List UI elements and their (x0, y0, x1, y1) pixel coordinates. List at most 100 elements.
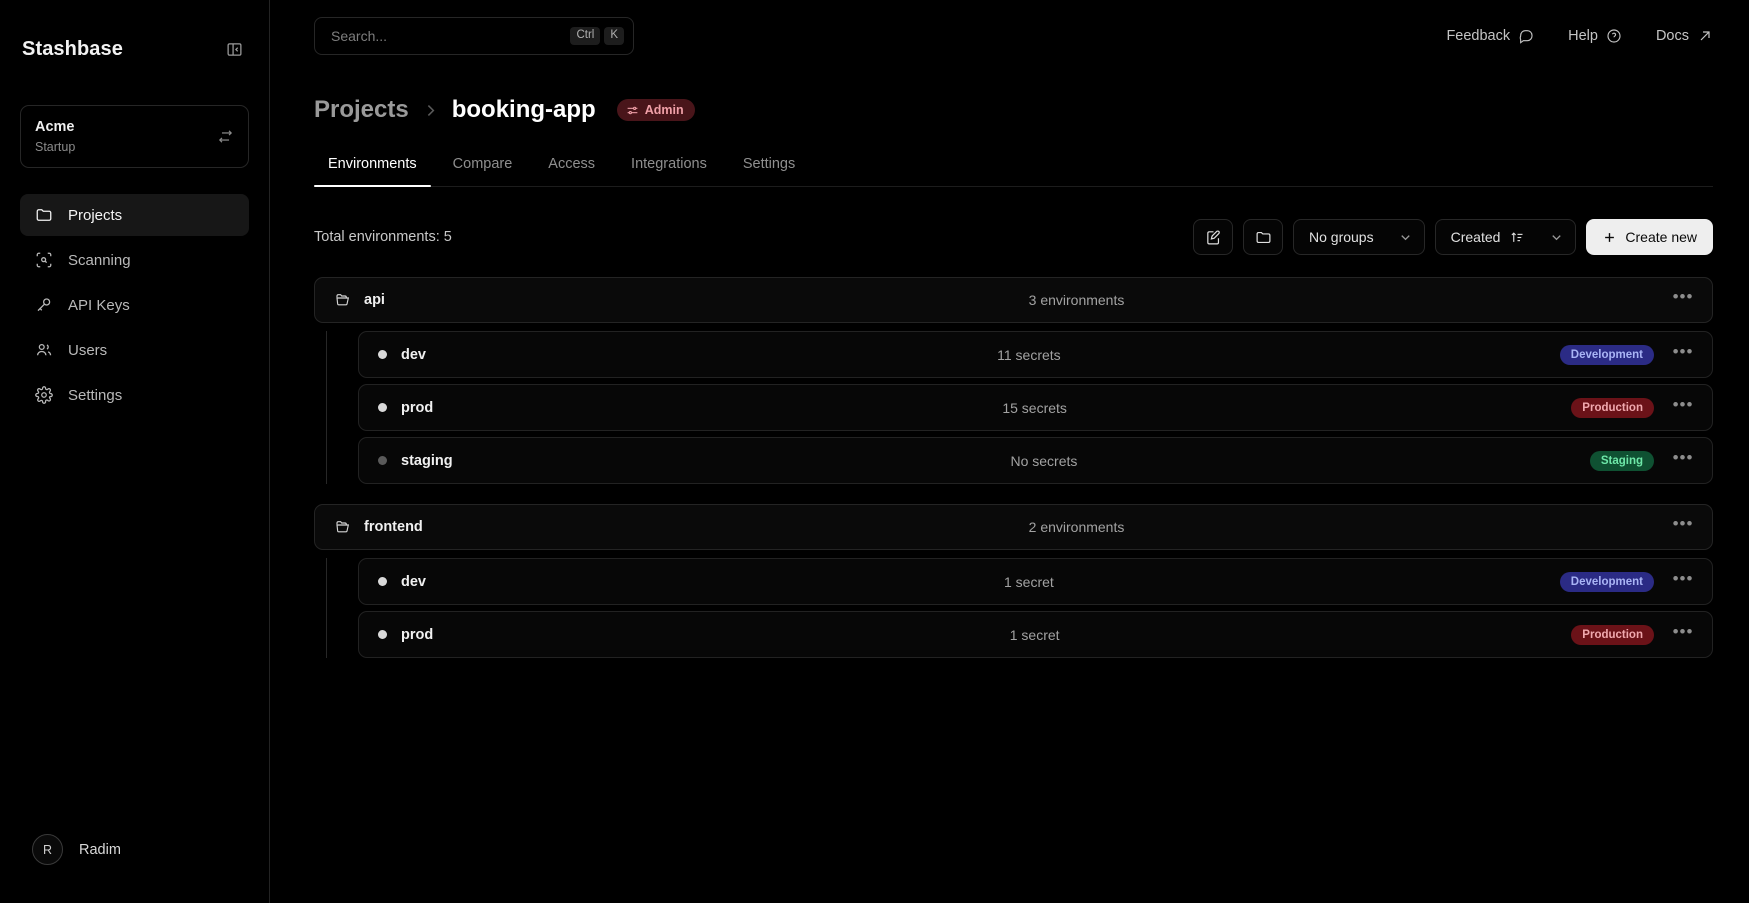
page-title: booking-app (451, 96, 596, 123)
environment-row[interactable]: dev 11 secrets Development ••• (358, 331, 1713, 378)
secret-count: 15 secrets (1002, 399, 1067, 416)
group-header[interactable]: api 3 environments ••• (314, 277, 1713, 323)
sidebar: Stashbase Acme Startup Projects Scanning… (0, 0, 270, 903)
more-options-icon[interactable]: ••• (1668, 394, 1698, 422)
tab-settings[interactable]: Settings (729, 146, 809, 186)
folder-open-icon (335, 519, 351, 535)
sort-asc-icon (1510, 230, 1525, 245)
status-dot (378, 350, 387, 359)
group-by-select[interactable]: No groups (1293, 219, 1425, 255)
sidebar-footer: R Radim (0, 826, 269, 903)
panel-collapse-icon[interactable] (221, 36, 247, 62)
group-by-value: No groups (1309, 229, 1374, 245)
sort-by-select[interactable]: Created (1434, 219, 1577, 255)
org-info: Acme Startup (35, 117, 75, 156)
page-content: Projects booking-app Admin Environments … (270, 72, 1749, 678)
sidebar-item-scanning[interactable]: Scanning (20, 239, 249, 281)
group-header-left: frontend (335, 519, 605, 535)
user-name: Radim (79, 841, 121, 858)
breadcrumb-parent[interactable]: Projects (314, 96, 409, 124)
org-plan: Startup (35, 140, 76, 155)
avatar: R (32, 834, 63, 865)
environment-name: staging (401, 452, 453, 469)
sidebar-item-api-keys[interactable]: API Keys (20, 284, 249, 326)
folder-open-icon (335, 292, 351, 308)
status-dot (378, 403, 387, 412)
kbd-ctrl: Ctrl (570, 27, 601, 45)
tab-environments[interactable]: Environments (314, 146, 431, 187)
create-new-label: Create new (1625, 229, 1697, 245)
environment-type-badge: Staging (1589, 450, 1654, 471)
environment-type-badge: Production (1571, 624, 1654, 645)
environment-row[interactable]: prod 1 secret Production ••• (358, 611, 1713, 658)
users-icon (34, 341, 53, 360)
folder-icon[interactable] (1243, 219, 1283, 255)
more-options-icon[interactable]: ••• (1668, 447, 1698, 475)
environment-row[interactable]: prod 15 secrets Production ••• (358, 384, 1713, 431)
sidebar-item-projects[interactable]: Projects (20, 194, 249, 237)
more-options-icon[interactable]: ••• (1668, 286, 1698, 314)
environment-left: prod (378, 400, 618, 416)
sidebar-item-label: Scanning (68, 251, 131, 269)
sidebar-item-users[interactable]: Users (20, 329, 249, 371)
chevron-down-icon (1549, 230, 1564, 245)
org-name: Acme (35, 119, 75, 135)
status-dot (378, 630, 387, 639)
role-badge: Admin (616, 99, 695, 121)
environment-name: dev (401, 346, 426, 363)
environment-row[interactable]: dev 1 secret Development ••• (358, 558, 1713, 605)
docs-link[interactable]: Docs (1656, 28, 1713, 44)
help-link[interactable]: Help (1568, 28, 1622, 44)
tab-compare[interactable]: Compare (439, 146, 527, 186)
environment-left: prod (378, 627, 618, 643)
environment-list: dev 11 secrets Development ••• prod 15 s (326, 331, 1713, 484)
top-bar-links: Feedback Help Docs (1446, 28, 1713, 44)
plus-icon (1602, 230, 1617, 245)
brand-title: Stashbase (22, 37, 123, 60)
status-dot (378, 456, 387, 465)
environment-row[interactable]: staging No secrets Staging ••• (358, 437, 1713, 484)
user-profile[interactable]: R Radim (20, 826, 249, 873)
edit-note-icon[interactable] (1193, 219, 1233, 255)
tab-access[interactable]: Access (534, 146, 609, 186)
group-name: frontend (364, 519, 423, 535)
more-options-icon[interactable]: ••• (1668, 341, 1698, 369)
feedback-link[interactable]: Feedback (1446, 28, 1534, 44)
secret-count: 1 secret (1003, 573, 1054, 590)
total-environments-label: Total environments: 5 (314, 229, 452, 245)
create-new-button[interactable]: Create new (1586, 219, 1713, 255)
search-input[interactable]: Search... Ctrl K (314, 17, 634, 55)
sidebar-item-settings[interactable]: Settings (20, 374, 249, 416)
group-header[interactable]: frontend 2 environments ••• (314, 504, 1713, 550)
role-badge-label: Admin (644, 103, 684, 117)
group-frontend: frontend 2 environments ••• dev 1 secret (314, 504, 1713, 678)
toolbar: Total environments: 5 No groups Created … (314, 219, 1713, 255)
group-name: api (364, 292, 385, 308)
sidebar-nav: Projects Scanning API Keys Users Setting… (20, 194, 249, 416)
more-options-icon[interactable]: ••• (1668, 513, 1698, 541)
environment-type-badge: Production (1571, 397, 1654, 418)
environment-left: staging (378, 453, 618, 469)
tab-integrations[interactable]: Integrations (617, 146, 721, 186)
feedback-label: Feedback (1446, 28, 1511, 44)
app-root: Stashbase Acme Startup Projects Scanning… (0, 0, 1749, 903)
sidebar-item-label: Settings (68, 386, 123, 404)
sidebar-header: Stashbase (0, 0, 269, 62)
tab-bar: Environments Compare Access Integrations… (314, 146, 1713, 187)
environment-name: dev (401, 573, 426, 590)
environment-name: prod (401, 626, 434, 643)
org-switcher[interactable]: Acme Startup (20, 105, 249, 169)
more-options-icon[interactable]: ••• (1668, 621, 1698, 649)
search-placeholder: Search... (331, 28, 388, 44)
chevron-down-icon (1398, 230, 1413, 245)
help-label: Help (1568, 28, 1598, 44)
gear-icon (34, 386, 53, 405)
more-options-icon[interactable]: ••• (1668, 568, 1698, 596)
secret-count: 1 secret (1009, 626, 1060, 643)
breadcrumb: Projects booking-app Admin (314, 72, 1713, 124)
main-area: Search... Ctrl K Feedback Help Docs Proj… (270, 0, 1749, 903)
environment-type-badge: Development (1559, 571, 1654, 592)
sliders-icon (626, 104, 639, 117)
secret-count: 11 secrets (997, 346, 1061, 363)
key-icon (34, 296, 53, 315)
